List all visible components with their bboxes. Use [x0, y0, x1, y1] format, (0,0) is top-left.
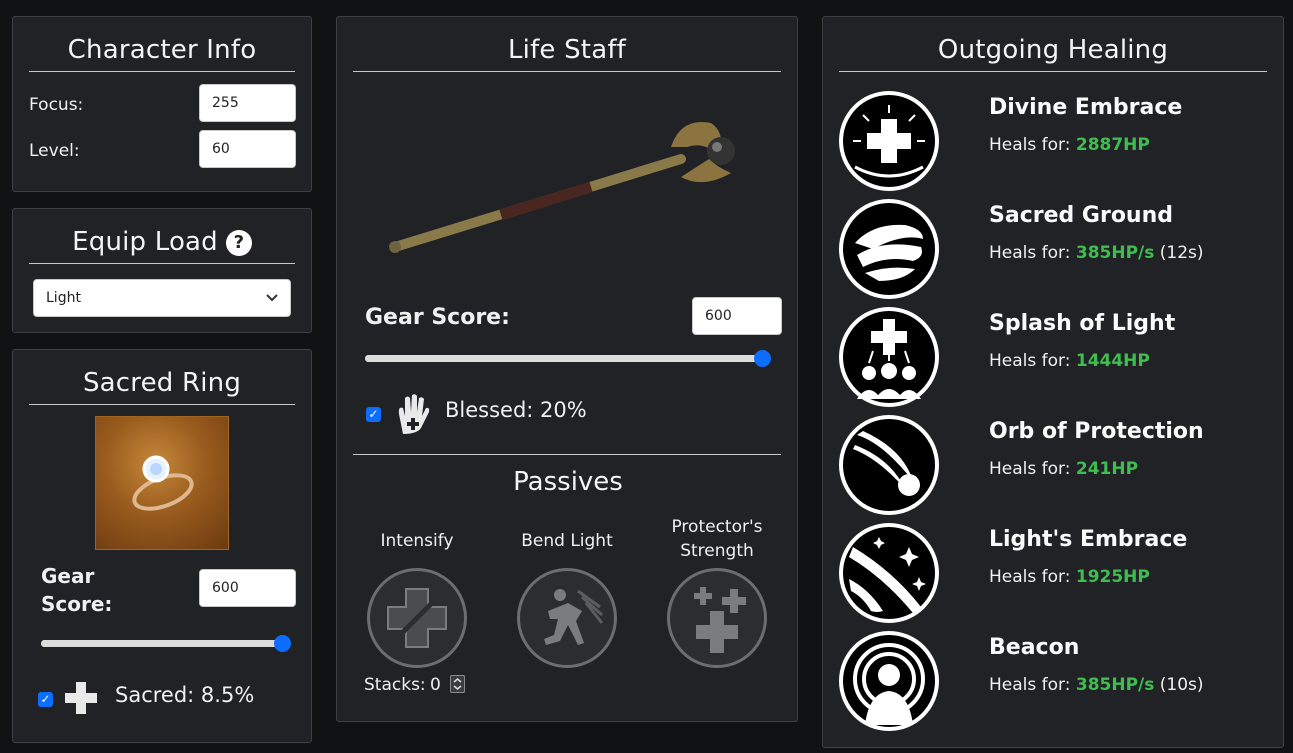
heals-for-label: Heals for:: [989, 135, 1071, 155]
ring-gear-score-slider[interactable]: [41, 635, 291, 652]
equip-load-heading: Equip Load?: [29, 209, 295, 264]
outgoing-healing-panel: Outgoing Healing Divine Embrace Heals fo…: [822, 16, 1284, 748]
character-info-panel: Character Info Focus: 255 Level: 60: [12, 16, 312, 192]
heal-row-orb-of-protection: Orb of Protection Heals for: 241HP: [839, 415, 1279, 515]
heal-duration: (12s): [1159, 243, 1204, 263]
heal-amount: 1444HP: [1075, 351, 1150, 371]
staff-gear-score-label: Gear Score:: [365, 305, 510, 330]
passive-protectors-strength-label: Protector's Strength: [671, 517, 763, 561]
sacred-ring-title: Sacred Ring: [29, 350, 295, 405]
sacred-ground-name: Sacred Ground: [989, 203, 1174, 228]
sacred-checkbox[interactable]: ✓: [38, 692, 53, 707]
heals-for-label: Heals for:: [989, 243, 1071, 263]
staff-gear-score-input[interactable]: 600: [692, 297, 782, 335]
equip-load-selected: Light: [46, 290, 81, 306]
life-staff-panel: Life Staff Gear Score: 600 ✓ Blessed: 20…: [336, 16, 798, 722]
orb-of-protection-heal: Heals for: 241HP: [989, 459, 1138, 479]
stacks-value[interactable]: 0: [430, 675, 441, 695]
equip-load-panel: Equip Load? Light: [12, 208, 312, 333]
focus-input[interactable]: 255: [199, 84, 296, 122]
passives-title: Passives: [513, 467, 623, 497]
heal-amount: 385HP/s: [1075, 675, 1155, 695]
splash-of-light-icon: [839, 307, 939, 407]
divine-embrace-heal: Heals for: 2887HP: [989, 135, 1150, 155]
heals-for-label: Heals for:: [989, 459, 1071, 479]
lights-embrace-icon: [839, 523, 939, 623]
blessed-hand-icon: [393, 392, 433, 440]
focus-label: Focus:: [29, 95, 84, 115]
outgoing-healing-title: Outgoing Healing: [839, 17, 1267, 72]
splash-of-light-heal: Heals for: 1444HP: [989, 351, 1150, 371]
lights-embrace-heal: Heals for: 1925HP: [989, 567, 1150, 587]
equip-load-select[interactable]: Light: [33, 279, 291, 317]
beacon-name: Beacon: [989, 635, 1080, 660]
bend-light-icon[interactable]: [517, 568, 617, 668]
character-info-title: Character Info: [29, 17, 295, 72]
orb-of-protection-name: Orb of Protection: [989, 419, 1204, 444]
level-label: Level:: [29, 141, 80, 161]
ring-slider-thumb[interactable]: [274, 635, 291, 652]
heals-for-label: Heals for:: [989, 567, 1071, 587]
life-staff-title: Life Staff: [353, 17, 781, 72]
staff-gear-score-slider[interactable]: [365, 350, 771, 367]
splash-of-light-name: Splash of Light: [989, 311, 1176, 336]
protectors-strength-icon[interactable]: [667, 568, 767, 668]
divine-embrace-icon: [839, 91, 939, 191]
chevron-down-icon: [266, 280, 278, 330]
help-icon[interactable]: ?: [225, 229, 252, 256]
heal-row-lights-embrace: Light's Embrace Heals for: 1925HP: [839, 523, 1279, 623]
heal-duration: (10s): [1159, 675, 1204, 695]
passive-intensify-label: Intensify: [380, 531, 454, 551]
sacred-ring-panel: Sacred Ring Gear Score: 600 ✓ Sacred: 8.…: [12, 349, 312, 743]
staff-slider-thumb[interactable]: [754, 350, 771, 367]
passive-bend-light-label: Bend Light: [521, 531, 613, 551]
heal-amount: 241HP: [1075, 459, 1139, 479]
staff-slider-fill: [365, 355, 763, 362]
heal-row-splash-of-light: Splash of Light Heals for: 1444HP: [839, 307, 1279, 407]
sacred-perk-label: Sacred: 8.5%: [115, 683, 255, 707]
heals-for-label: Heals for:: [989, 351, 1071, 371]
passives-divider: [353, 454, 781, 455]
intensify-icon[interactable]: [367, 568, 467, 668]
heal-amount: 2887HP: [1075, 135, 1150, 155]
heal-row-sacred-ground: Sacred Ground Heals for: 385HP/s (12s): [839, 199, 1279, 299]
divine-embrace-name: Divine Embrace: [989, 95, 1183, 120]
heal-row-beacon: Beacon Heals for: 385HP/s (10s): [839, 631, 1279, 731]
stacks-label: Stacks:: [364, 675, 426, 695]
heals-for-label: Heals for:: [989, 675, 1071, 695]
stacks-spinner-icon[interactable]: [450, 675, 465, 693]
equip-load-title: Equip Load: [72, 227, 218, 257]
ring-image: [95, 416, 229, 550]
blessed-perk-label: Blessed: 20%: [445, 398, 587, 422]
heal-amount: 385HP/s: [1075, 243, 1155, 263]
heal-amount: 1925HP: [1075, 567, 1150, 587]
beacon-heal: Heals for: 385HP/s (10s): [989, 675, 1204, 695]
sacred-cross-icon: [63, 680, 99, 720]
sacred-ground-heal: Heals for: 385HP/s (12s): [989, 243, 1204, 263]
life-staff-image: [381, 107, 761, 277]
orb-of-protection-icon: [839, 415, 939, 515]
beacon-icon: [839, 631, 939, 731]
ring-gear-score-input[interactable]: 600: [199, 569, 296, 607]
sacred-ground-icon: [839, 199, 939, 299]
heal-row-divine-embrace: Divine Embrace Heals for: 2887HP: [839, 91, 1279, 191]
level-input[interactable]: 60: [199, 130, 296, 168]
blessed-checkbox[interactable]: ✓: [366, 407, 381, 422]
lights-embrace-name: Light's Embrace: [989, 527, 1188, 552]
ring-gear-score-label: Gear Score:: [41, 564, 113, 616]
ring-slider-fill: [41, 640, 283, 647]
